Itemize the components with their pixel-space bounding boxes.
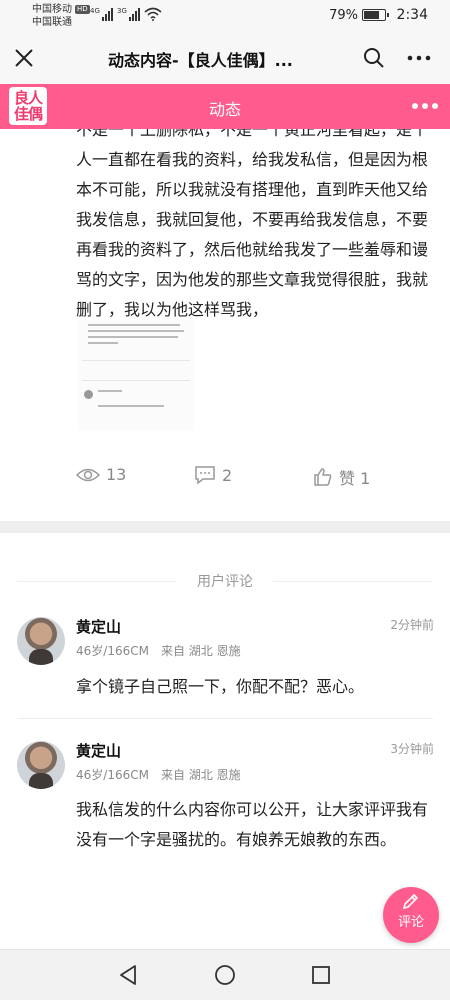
views-stat: 13 [76, 465, 126, 484]
image-divider [82, 360, 190, 361]
likes-count: 赞 1 [339, 469, 371, 488]
comment-text: 我私信发的什么内容你可以公开，让大家评评我有没有一个字是骚扰的。有娘养无娘教的东… [76, 800, 429, 849]
more-icon[interactable] [412, 98, 438, 114]
recents-icon[interactable] [311, 964, 331, 986]
image-text-line [98, 405, 164, 407]
search-icon[interactable] [362, 46, 386, 70]
comment-time: 3分钟前 [390, 742, 434, 756]
thumbs-up-icon [314, 468, 332, 486]
image-text-line [98, 390, 122, 392]
location: 来自 湖北 恩施 [160, 644, 241, 658]
image-text-line [88, 330, 184, 332]
image-divider [82, 380, 190, 381]
carrier-1-name: 中国移动 [32, 4, 72, 15]
app-header-title: 动态 [208, 100, 241, 119]
like-button[interactable]: 赞 1 [313, 465, 370, 489]
post-stats: 13 2 赞 1 [0, 465, 450, 491]
battery-fill [364, 11, 379, 19]
age-height: 46岁/166CM [76, 768, 149, 782]
comment-fab-label: 评论 [397, 915, 424, 930]
avatar[interactable] [17, 617, 65, 665]
home-icon[interactable] [214, 964, 236, 986]
section-divider [0, 521, 450, 533]
views-count: 13 [106, 465, 127, 484]
comments-section: 用户评论 黄定山 2分钟前 46岁/166CM 来自 湖北 恩施 拿个镜子自己照一… [0, 533, 450, 949]
commenter-name[interactable]: 黄定山 [76, 616, 121, 637]
signal-icon: 4G [90, 7, 113, 21]
carrier-1: 中国移动 HD [32, 4, 90, 16]
comment-text: 拿个镜子自己照一下，你配不配？恶心。 [76, 677, 365, 696]
post-text: 不是一个上删除私，不是一个黄正河里看起，是个人一直都在看我的资料，给我发私信，但… [76, 129, 429, 319]
more-icon[interactable] [405, 46, 433, 70]
carrier-2: 中国联通 [32, 17, 72, 28]
comments-stat[interactable]: 2 [194, 465, 232, 485]
post-image[interactable] [78, 320, 194, 430]
commenter-meta: 46岁/166CM 来自 湖北 恩施 [76, 766, 241, 783]
header-rule [273, 581, 433, 582]
signal-1-label: 4G [90, 7, 100, 15]
commenter-meta: 46岁/166CM 来自 湖北 恩施 [76, 642, 241, 659]
avatar[interactable] [17, 741, 65, 789]
image-avatar [84, 390, 93, 399]
battery-percent: 79% [329, 8, 358, 23]
comment-icon [195, 466, 215, 485]
location: 来自 湖北 恩施 [160, 768, 241, 782]
eye-icon [76, 468, 100, 481]
app-header: 良人佳偶 动态 [0, 84, 450, 129]
battery-icon [362, 9, 389, 21]
page-title: 动态内容-【良人佳偶】... [108, 51, 293, 70]
comments-count: 2 [222, 465, 233, 485]
back-icon[interactable] [118, 964, 138, 986]
comment-time: 2分钟前 [390, 618, 434, 632]
title-bar: 动态内容-【良人佳偶】... [0, 32, 450, 84]
commenter-name[interactable]: 黄定山 [76, 740, 121, 761]
image-text-line [88, 336, 178, 338]
signal-icon: 3G [117, 7, 140, 21]
wifi-icon [144, 7, 162, 21]
image-text-line [88, 324, 180, 326]
signal-2-label: 3G [117, 7, 127, 15]
post-card: 不是一个上删除私，不是一个黄正河里看起，是个人一直都在看我的资料，给我发私信，但… [0, 129, 450, 521]
comment-fab-button[interactable]: 评论 [383, 887, 439, 943]
comment-divider [17, 718, 433, 719]
clock: 2:34 [396, 7, 428, 23]
image-text-line [88, 342, 118, 344]
age-height: 46岁/166CM [76, 644, 149, 658]
hd-badge: HD [75, 5, 90, 14]
close-icon[interactable] [12, 46, 36, 70]
status-bar: 中国移动 HD 中国联通 4G 3G 79% 2:34 [0, 0, 450, 32]
pencil-icon [402, 893, 419, 910]
system-nav-bar [0, 949, 450, 1000]
